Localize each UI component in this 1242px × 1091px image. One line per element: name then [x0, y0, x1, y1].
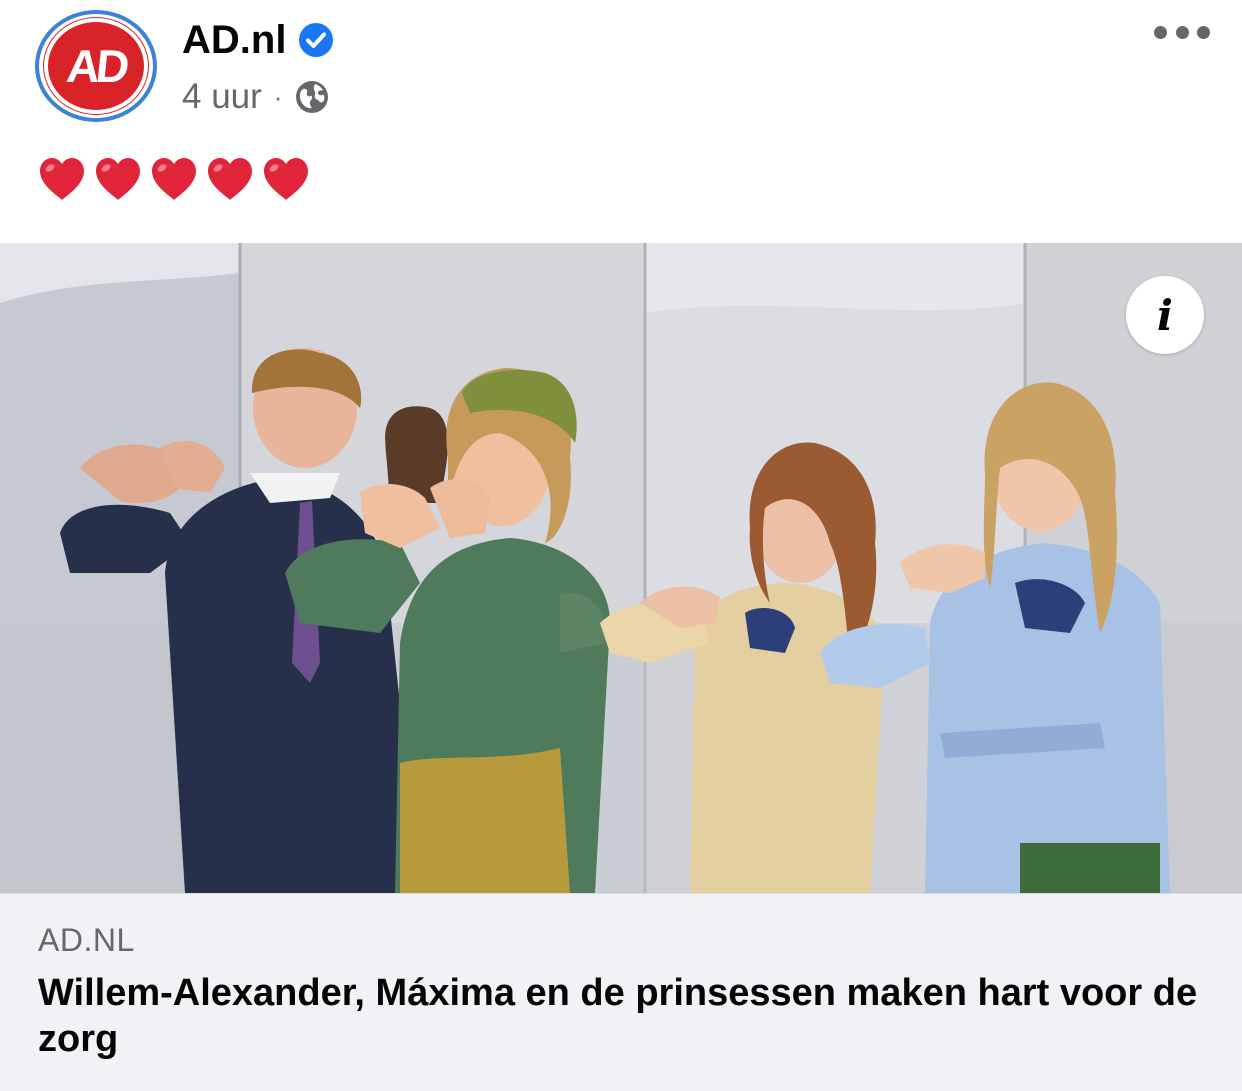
post-message [36, 152, 312, 208]
heart-emoji-icon [152, 158, 196, 200]
more-dot [1175, 25, 1189, 39]
heart-emoji-icon [208, 158, 252, 200]
post-meta: 4 uur · [182, 74, 330, 120]
photo-illustration [0, 243, 1242, 893]
page-name[interactable]: AD.nl [182, 14, 286, 66]
info-icon: i [1157, 290, 1173, 340]
ad-logo: AD [44, 18, 148, 114]
link-title[interactable]: Willem-Alexander, Máxima en de prinsesse… [38, 970, 1208, 1062]
link-domain: AD.NL [38, 922, 135, 958]
verified-badge-icon [299, 23, 334, 57]
heart-emoji-icon [264, 158, 308, 200]
more-dot [1197, 25, 1210, 39]
heart-emoji-icon [40, 158, 84, 200]
more-dot [1154, 25, 1167, 39]
meta-separator: · [273, 82, 283, 112]
link-preview-footer[interactable]: AD.NL Willem-Alexander, Máxima en de pri… [0, 893, 1242, 1091]
avatar-logo-text: AD [64, 40, 128, 92]
link-preview-photo[interactable] [0, 243, 1242, 893]
page-name-row: AD.nl [182, 14, 334, 66]
page-avatar[interactable]: AD [35, 10, 157, 122]
info-button[interactable]: i [1126, 276, 1204, 354]
more-options-icon[interactable] [1154, 20, 1210, 44]
post-timestamp[interactable]: 4 uur [182, 74, 262, 120]
heart-emoji-icon [96, 158, 140, 200]
globe-icon[interactable] [294, 79, 330, 115]
post-header: AD AD.nl 4 uur · [0, 0, 1242, 140]
